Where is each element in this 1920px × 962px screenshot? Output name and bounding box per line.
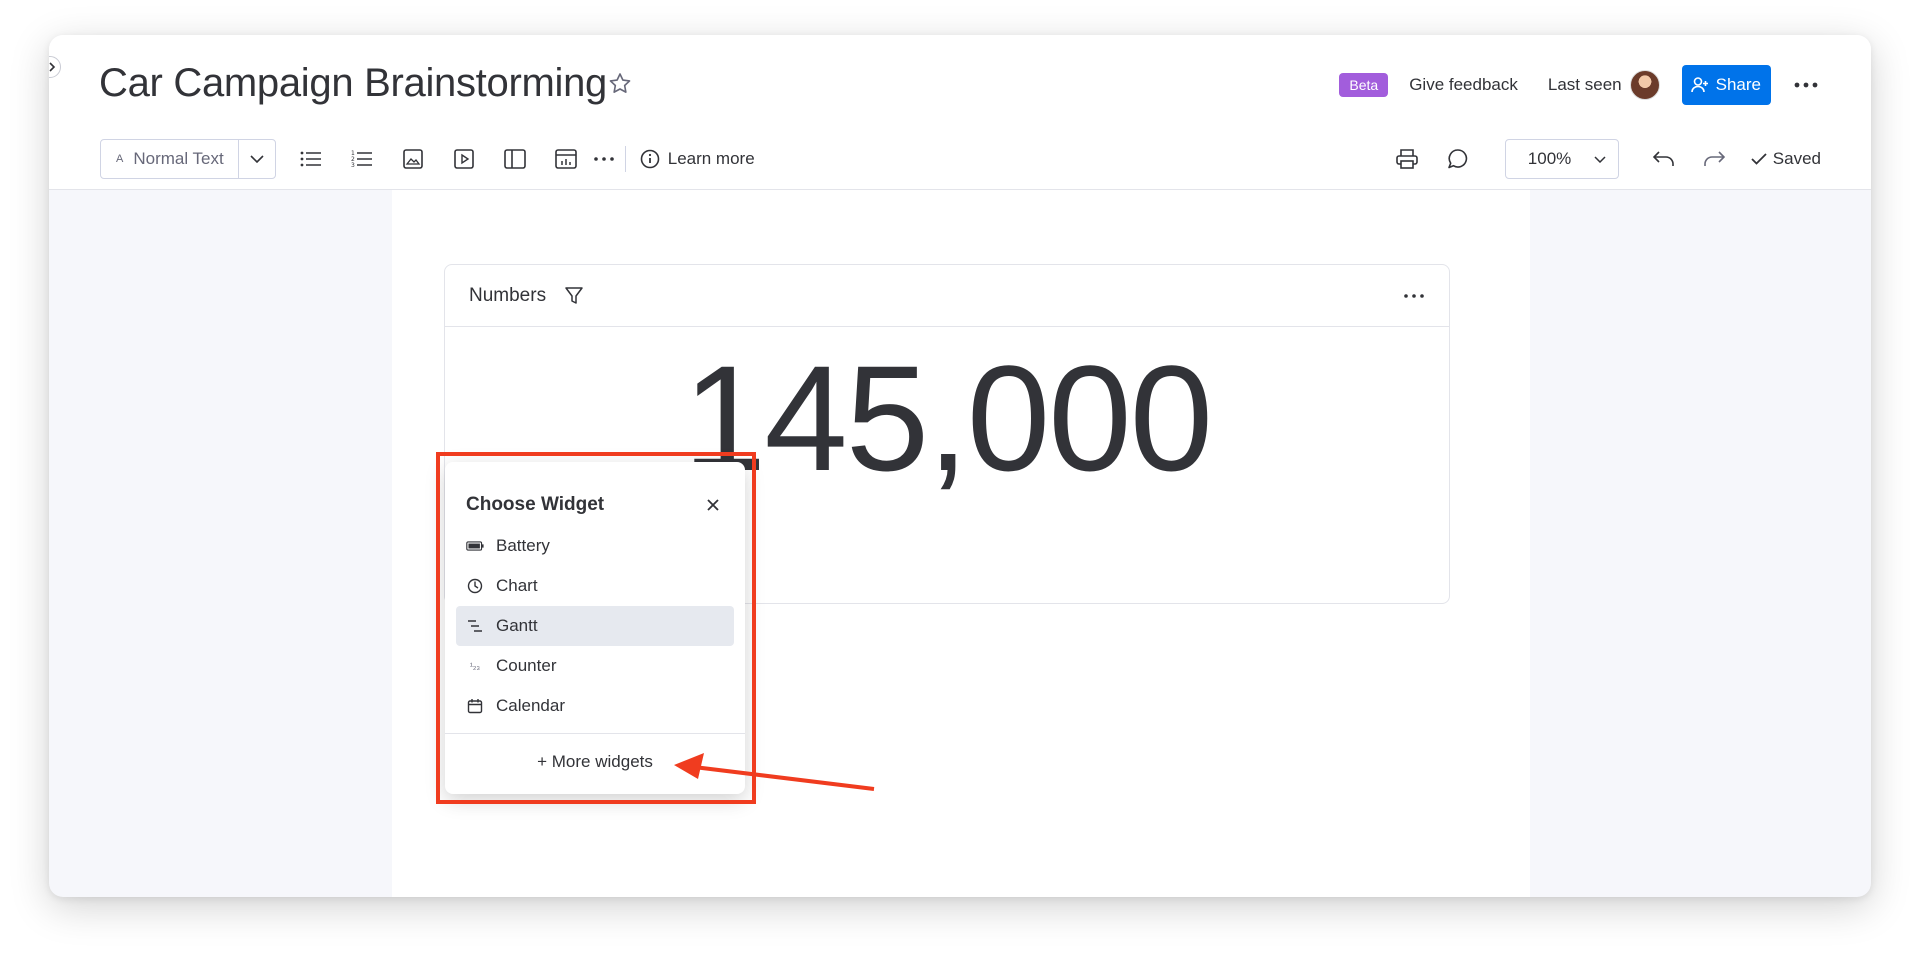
widget-option-chart[interactable]: Chart — [456, 566, 734, 606]
more-icon[interactable] — [591, 146, 617, 172]
counter-icon: ¹₂₃ — [469, 661, 481, 671]
zoom-dropdown[interactable]: 100% — [1504, 139, 1619, 179]
popup-title: Choose Widget — [466, 494, 605, 515]
info-icon — [640, 149, 660, 169]
check-icon — [1751, 153, 1767, 165]
header-actions: Beta Give feedback Last seen Share — [1339, 65, 1821, 105]
undo-icon[interactable] — [1651, 146, 1677, 172]
comment-icon[interactable] — [1445, 146, 1471, 172]
saved-label: Saved — [1772, 149, 1821, 168]
print-icon[interactable] — [1394, 146, 1420, 172]
star-icon[interactable] — [607, 71, 633, 97]
video-icon[interactable] — [451, 146, 477, 172]
top-bar: Car Campaign Brainstorming Beta Give fee… — [49, 35, 1871, 190]
text-style-glyph: A — [116, 153, 124, 165]
zoom-value: 100% — [1527, 149, 1572, 168]
text-style-current[interactable]: A Normal Text — [101, 140, 239, 178]
widget-header: Numbers — [445, 265, 1449, 327]
last-seen-label[interactable]: Last seen — [1548, 75, 1622, 95]
bullet-list-icon[interactable] — [298, 146, 324, 172]
learn-more-link[interactable]: Learn more — [640, 149, 755, 169]
svg-text:3: 3 — [351, 162, 355, 168]
widget-list: Battery Chart Gantt ¹₂₃ Counter Calendar — [456, 526, 734, 726]
toolbar-divider — [624, 146, 626, 172]
text-style-label: Normal Text — [133, 149, 224, 168]
chevron-down-icon[interactable] — [239, 140, 275, 178]
app-window: Car Campaign Brainstorming Beta Give fee… — [49, 35, 1871, 897]
widget-option-calendar[interactable]: Calendar — [456, 686, 734, 726]
add-person-icon — [1690, 77, 1708, 93]
gantt-icon — [466, 617, 484, 635]
chevron-down-icon — [1594, 155, 1606, 163]
toolbar-right: 100% Saved — [1394, 139, 1821, 179]
battery-icon — [466, 537, 484, 555]
widget-option-counter[interactable]: ¹₂₃ Counter — [456, 646, 734, 686]
calendar-icon — [466, 697, 484, 715]
redo-icon[interactable] — [1701, 146, 1727, 172]
more-options-icon[interactable] — [1791, 70, 1821, 100]
learn-more-label: Learn more — [667, 149, 755, 168]
text-style-dropdown[interactable]: A Normal Text — [100, 139, 276, 179]
widget-option-gantt[interactable]: Gantt — [456, 606, 734, 646]
widget-option-label: Battery — [496, 536, 550, 555]
chart-icon — [466, 577, 484, 595]
widget-option-label: Counter — [496, 656, 557, 675]
image-icon[interactable] — [400, 146, 426, 172]
widget-more-icon[interactable] — [1401, 283, 1427, 309]
widget-option-label: Calendar — [496, 696, 565, 715]
chevron-right-icon — [49, 62, 56, 72]
popup-divider — [445, 733, 745, 734]
widget-option-label: Gantt — [496, 616, 538, 635]
numbered-list-icon[interactable]: 123 — [349, 146, 375, 172]
share-button[interactable]: Share — [1681, 65, 1771, 105]
avatar[interactable] — [1629, 70, 1660, 100]
saved-status: Saved — [1751, 149, 1821, 169]
annotation-arrow — [674, 753, 875, 791]
widget-option-battery[interactable]: Battery — [456, 526, 734, 566]
document-canvas: Numbers 145,000 — [49, 190, 1871, 897]
beta-badge: Beta — [1339, 73, 1389, 97]
widget-option-label: Chart — [496, 576, 538, 595]
sidebar-toggle[interactable] — [49, 56, 61, 78]
widget-title: Numbers — [469, 284, 547, 306]
editor-toolbar: A Normal Text 123 Learn more 100% Saved — [100, 139, 1821, 179]
layout-icon[interactable] — [502, 146, 528, 172]
widget-icon[interactable] — [553, 146, 579, 172]
filter-icon[interactable] — [564, 286, 584, 306]
share-label: Share — [1715, 75, 1761, 94]
page-title[interactable]: Car Campaign Brainstorming — [99, 61, 607, 106]
close-icon[interactable] — [703, 495, 723, 515]
give-feedback-link[interactable]: Give feedback — [1409, 75, 1518, 95]
